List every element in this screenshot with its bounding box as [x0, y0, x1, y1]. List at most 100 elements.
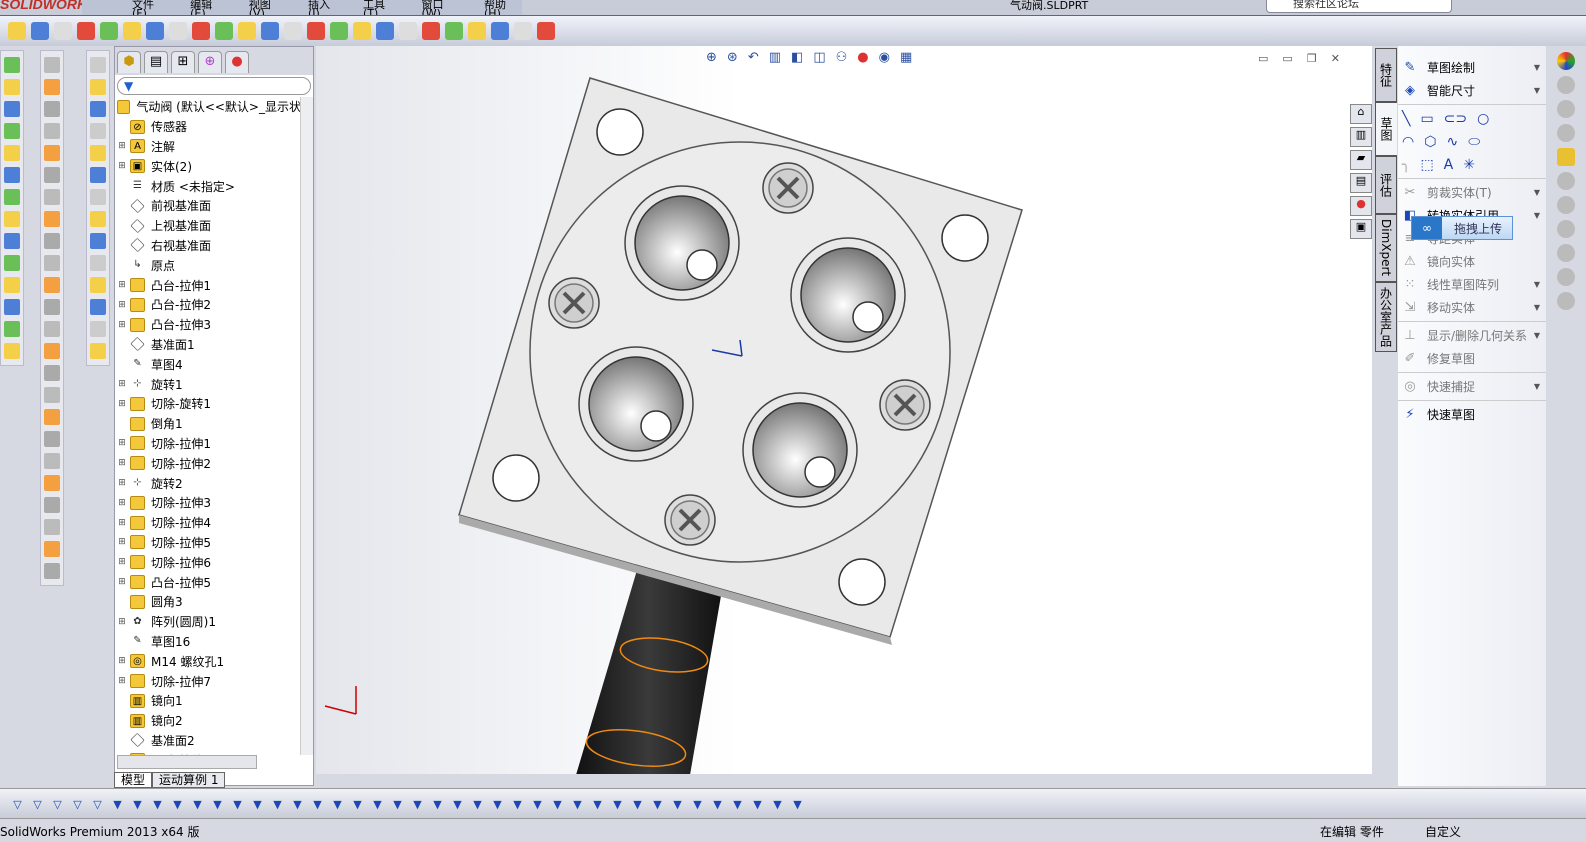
- toolbar-button-icon[interactable]: [4, 79, 20, 95]
- toolbar-button-icon[interactable]: [4, 255, 20, 271]
- tab-model[interactable]: 模型: [114, 772, 153, 788]
- toolbar-button-icon[interactable]: ▼: [670, 796, 685, 812]
- expand-icon[interactable]: ⊞: [117, 379, 127, 389]
- tree-item[interactable]: ⊘ 传感器: [117, 117, 301, 137]
- toolbar-button-icon[interactable]: ▽: [10, 796, 25, 812]
- expand-icon[interactable]: ⊞: [117, 161, 127, 171]
- appearances-icon[interactable]: ●: [1350, 196, 1372, 216]
- toolbar-button-icon[interactable]: [44, 497, 60, 513]
- quick-snaps-button[interactable]: ◎ 快速捕捉 ▼: [1398, 375, 1546, 398]
- toolbar-button-icon[interactable]: ▼: [450, 796, 465, 812]
- tree-item[interactable]: ▥ 镜向1: [117, 691, 301, 711]
- toolbar-button-icon[interactable]: [90, 123, 106, 139]
- maximize-icon[interactable]: ❐: [1307, 52, 1317, 65]
- toolbar-button-icon[interactable]: ▼: [650, 796, 665, 812]
- close-icon[interactable]: ✕: [1331, 52, 1340, 65]
- tree-item[interactable]: ⊞ ⊹ 旋转1: [117, 374, 301, 394]
- toolbar-button-icon[interactable]: ▼: [750, 796, 765, 812]
- toolbar-button-icon[interactable]: [44, 299, 60, 315]
- toolbar-button-icon[interactable]: ▼: [250, 796, 265, 812]
- toolbar-button-icon[interactable]: [31, 22, 49, 40]
- toolbar-button-icon[interactable]: ▼: [550, 796, 565, 812]
- appearance-icon[interactable]: [1557, 52, 1575, 70]
- expand-icon[interactable]: ⊞: [117, 557, 127, 567]
- toolbar-button-icon[interactable]: ▼: [390, 796, 405, 812]
- upload-tooltip[interactable]: ∞ 拖拽上传: [1411, 216, 1513, 240]
- section-view-icon[interactable]: ▥: [769, 50, 781, 65]
- display-style-icon[interactable]: ◫: [813, 50, 825, 65]
- scene-icon[interactable]: ◉: [879, 50, 890, 65]
- graphics-viewport[interactable]: [316, 46, 1372, 775]
- toolbar-button-icon[interactable]: ▼: [150, 796, 165, 812]
- toolbar-button-icon[interactable]: ▼: [350, 796, 365, 812]
- toolbar-button-icon[interactable]: ▼: [190, 796, 205, 812]
- tree-item[interactable]: ⊞ ▣ 实体(2): [117, 156, 301, 176]
- toolbar-button-icon[interactable]: [44, 563, 60, 579]
- toolbar-button-icon[interactable]: ▼: [610, 796, 625, 812]
- move-entities-button[interactable]: ⇲ 移动实体 ▼: [1398, 296, 1546, 319]
- arc-icon[interactable]: ◠: [1402, 134, 1414, 150]
- toolbar-button-icon[interactable]: [44, 123, 60, 139]
- tree-item[interactable]: ▥ 镜向2: [117, 711, 301, 731]
- menu-item[interactable]: 文件(F): [132, 0, 168, 15]
- construction-geometry-icon[interactable]: ⬚: [1420, 157, 1433, 173]
- toolbar-button-icon[interactable]: ▼: [570, 796, 585, 812]
- toolbar-button-icon[interactable]: [44, 387, 60, 403]
- toolbar-button-icon[interactable]: [4, 189, 20, 205]
- toolbar-button-icon[interactable]: [146, 22, 164, 40]
- tree-item[interactable]: 右视基准面: [117, 236, 301, 256]
- view-palette-icon[interactable]: ▤: [1350, 173, 1372, 193]
- toolbar-button-icon[interactable]: [537, 22, 555, 40]
- toolbar-button-icon[interactable]: ▼: [430, 796, 445, 812]
- toolbar-button-icon[interactable]: ▼: [530, 796, 545, 812]
- tree-item[interactable]: ⊞ 切除-拉伸3: [117, 493, 301, 513]
- toolbar-button-icon[interactable]: [169, 22, 187, 40]
- toolbar-button-icon[interactable]: [90, 101, 106, 117]
- linear-pattern-button[interactable]: ⁙ 线性草图阵列 ▼: [1398, 273, 1546, 296]
- tree-item[interactable]: ⊞ 切除-拉伸1: [117, 434, 301, 454]
- toolbar-button-icon[interactable]: [44, 233, 60, 249]
- menu-item[interactable]: 工具(T): [363, 0, 399, 15]
- zoom-area-icon[interactable]: ⊛: [727, 50, 738, 65]
- toolbar-button-icon[interactable]: ▼: [710, 796, 725, 812]
- configuration-manager-tab[interactable]: ⊞: [171, 51, 195, 73]
- tree-item[interactable]: ⊞ 凸台-拉伸1: [117, 275, 301, 295]
- toolbar-button-icon[interactable]: [468, 22, 486, 40]
- menu-item[interactable]: 插入(I): [308, 0, 341, 15]
- toolbar-button-icon[interactable]: ▼: [410, 796, 425, 812]
- tree-root[interactable]: 气动阀 (默认<<默认>_显示状: [117, 97, 301, 117]
- ellipse-icon[interactable]: ⬭: [1468, 134, 1480, 150]
- spline-icon[interactable]: ∿: [1446, 134, 1458, 150]
- expand-icon[interactable]: ⊞: [117, 617, 127, 627]
- toolbar-button-icon[interactable]: [90, 299, 106, 315]
- toolbar-button-icon[interactable]: [90, 343, 106, 359]
- expand-icon[interactable]: ⊞: [117, 458, 127, 468]
- toolbar-button-icon[interactable]: [90, 145, 106, 161]
- tree-item[interactable]: ⊞ 凸台-拉伸3: [117, 315, 301, 335]
- tree-item[interactable]: ⊞ 切除-拉伸7: [117, 671, 301, 691]
- zoom-to-fit-icon[interactable]: ⊕: [706, 50, 717, 65]
- tree-item[interactable]: ⊞ ✿ 阵列(圆周)1: [117, 612, 301, 632]
- tree-item[interactable]: ⊞ ◎ M14 螺纹孔1: [117, 651, 301, 671]
- view-settings-icon[interactable]: ▦: [900, 50, 912, 65]
- circle-icon[interactable]: ○: [1477, 111, 1489, 127]
- mirror-entities-button[interactable]: ⚠ 镜向实体: [1398, 250, 1546, 273]
- toolbar-button-icon[interactable]: [90, 57, 106, 73]
- toolbar-button-icon[interactable]: ▼: [310, 796, 325, 812]
- toolbar-button-icon[interactable]: [90, 233, 106, 249]
- toolbar-button-icon[interactable]: ▽: [90, 796, 105, 812]
- tab-evaluate[interactable]: 评估: [1375, 156, 1397, 214]
- toolbar-icon[interactable]: [1557, 196, 1575, 214]
- hide-show-icon[interactable]: ⚇: [836, 50, 848, 65]
- repair-sketch-button[interactable]: ✐ 修复草图: [1398, 347, 1546, 370]
- toolbar-button-icon[interactable]: [44, 145, 60, 161]
- toolbar-button-icon[interactable]: [44, 189, 60, 205]
- toolbar-button-icon[interactable]: [77, 22, 95, 40]
- restore-icon[interactable]: ▭: [1258, 52, 1268, 65]
- toolbar-button-icon[interactable]: [307, 22, 325, 40]
- appearance-icon[interactable]: ●: [857, 50, 868, 65]
- sketch-button[interactable]: ✎ 草图绘制 ▼: [1398, 56, 1546, 79]
- expand-icon[interactable]: ⊞: [117, 498, 127, 508]
- toolbar-button-icon[interactable]: [4, 211, 20, 227]
- toolbar-button-icon[interactable]: ▽: [30, 796, 45, 812]
